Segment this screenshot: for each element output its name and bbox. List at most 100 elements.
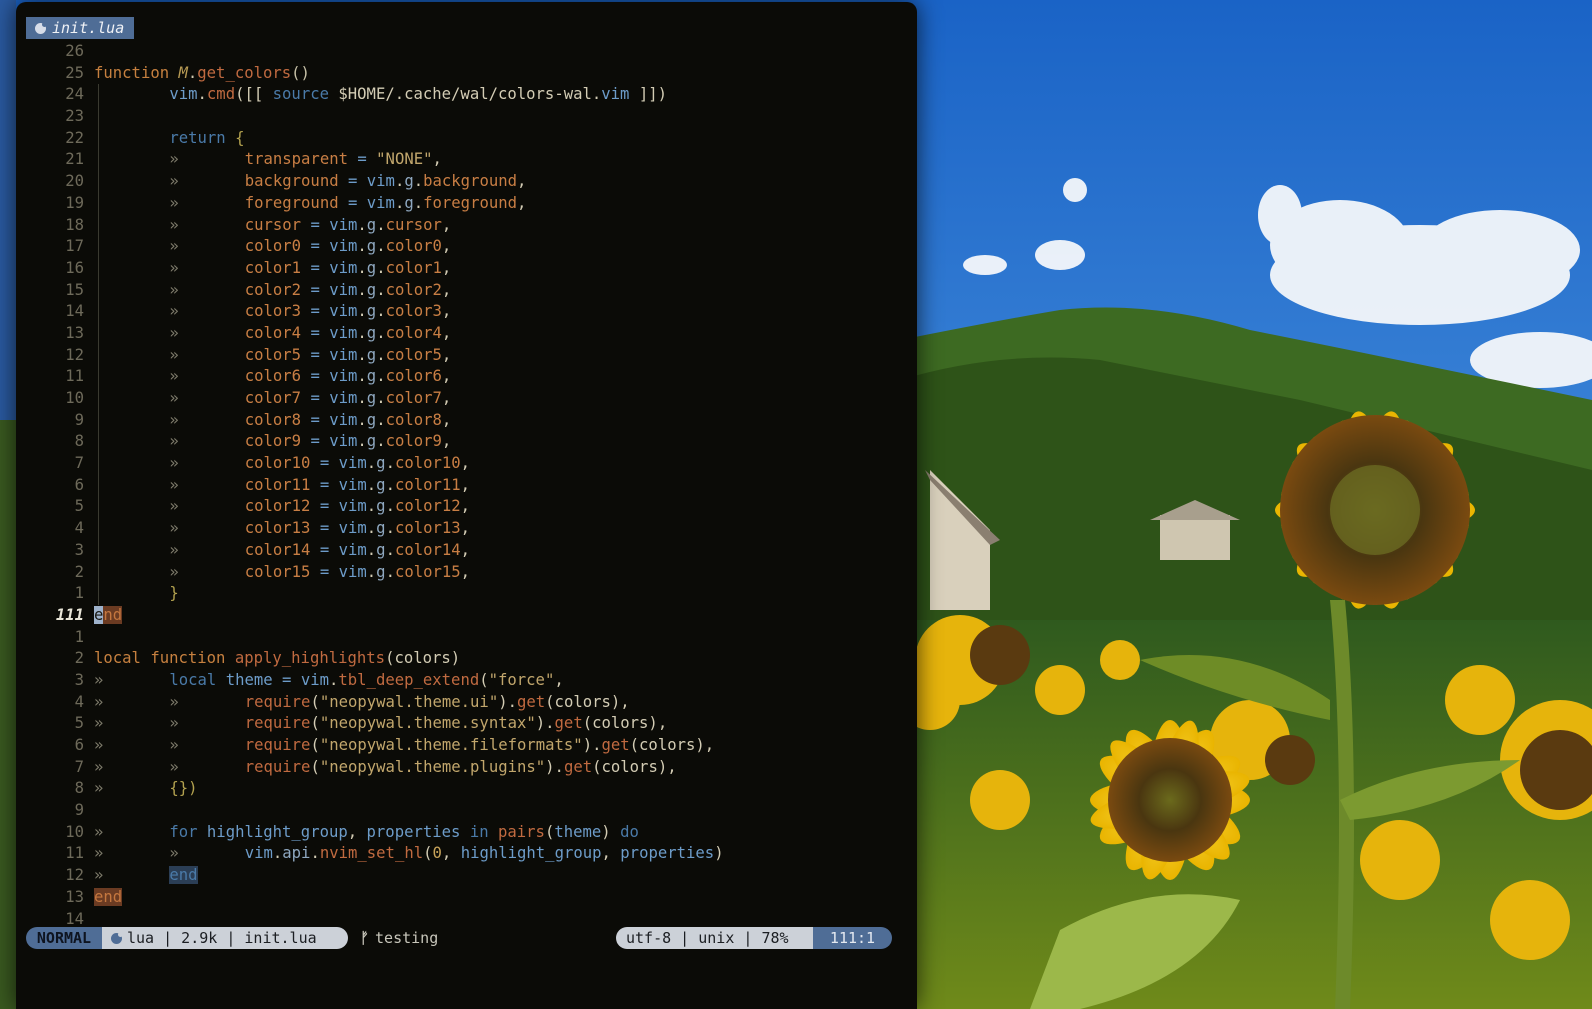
tabline: init.lua bbox=[26, 17, 135, 39]
code-line[interactable]: 6 require("neopywal.theme.fileformats").g… bbox=[16, 735, 917, 757]
git-branch: ᚠ testing bbox=[360, 927, 438, 949]
code-line[interactable]: 9 bbox=[16, 800, 917, 822]
tab-marker: » bbox=[94, 844, 104, 863]
code-line[interactable]: 4 color13 = vim.g.color13, » bbox=[16, 518, 917, 540]
line-number: 2 bbox=[74, 649, 84, 668]
line-number: 4 bbox=[74, 519, 84, 538]
code-line[interactable]: 13 end bbox=[16, 887, 917, 909]
code-text: color12 = vim.g.color12, bbox=[244, 497, 471, 516]
line-number: 16 bbox=[65, 258, 84, 277]
code-line[interactable]: 26 bbox=[16, 41, 917, 63]
line-number: 4 bbox=[74, 692, 84, 711]
code-text: color8 = vim.g.color8, bbox=[244, 410, 452, 429]
tab-marker: » bbox=[169, 714, 179, 733]
code-line[interactable]: 17 color0 = vim.g.color0, » bbox=[16, 236, 917, 258]
mode-indicator: NORMAL bbox=[26, 927, 102, 949]
code-text: local function apply_highlights(colors) bbox=[94, 649, 461, 668]
code-line[interactable]: 10 color7 = vim.g.color7, » bbox=[16, 388, 917, 410]
tab-marker: » bbox=[169, 432, 179, 451]
tab-marker: » bbox=[169, 692, 179, 711]
code-line[interactable]: 7 require("neopywal.theme.plugins").get(c… bbox=[16, 757, 917, 779]
code-line[interactable]: 5 require("neopywal.theme.syntax").get(co… bbox=[16, 713, 917, 735]
code-line[interactable]: 2 local function apply_highlights(colors) bbox=[16, 648, 917, 670]
code-line[interactable]: 16 color1 = vim.g.color1, » bbox=[16, 257, 917, 280]
line-number: 10 bbox=[65, 822, 84, 841]
code-line[interactable]: 10 for highlight_group, properties in pai… bbox=[16, 822, 917, 844]
code-text: color9 = vim.g.color9, bbox=[244, 432, 452, 451]
code-line[interactable]: 6 color11 = vim.g.color11, » bbox=[16, 474, 917, 497]
tab-marker: » bbox=[169, 367, 179, 386]
line-number: 9 bbox=[74, 801, 84, 820]
indent-guide bbox=[98, 171, 99, 193]
code-line[interactable]: 22 return { bbox=[16, 127, 917, 150]
code-line[interactable]: 3 local theme = vim.tbl_deep_extend("forc… bbox=[16, 670, 917, 692]
code-line[interactable]: 11 color6 = vim.g.color6, » bbox=[16, 366, 917, 388]
line-number: 9 bbox=[74, 410, 84, 429]
code-text: color11 = vim.g.color11, bbox=[244, 475, 471, 494]
code-line[interactable]: 20 background = vim.g.background, » bbox=[16, 171, 917, 193]
code-line[interactable]: 111 end bbox=[16, 605, 917, 627]
code-line[interactable]: 12 end » bbox=[16, 865, 917, 887]
line-number: 10 bbox=[65, 389, 84, 407]
code-text: color6 = vim.g.color6, bbox=[244, 367, 452, 386]
tab-marker: » bbox=[169, 757, 179, 776]
code-line[interactable]: 8 {}) » bbox=[16, 778, 917, 800]
code-line[interactable]: 19 foreground = vim.g.foreground, » bbox=[16, 192, 917, 215]
tab-marker: » bbox=[169, 302, 179, 321]
indent-guide bbox=[98, 301, 99, 323]
indent-guide bbox=[98, 474, 99, 497]
indent-guide bbox=[98, 366, 99, 388]
code-line[interactable]: 12 color5 = vim.g.color5, » bbox=[16, 344, 917, 367]
tab-marker: » bbox=[169, 258, 179, 277]
code-text: color7 = vim.g.color7, bbox=[244, 389, 452, 407]
code-text: background = vim.g.background, bbox=[244, 172, 527, 191]
code-line[interactable]: 1} bbox=[16, 583, 917, 605]
code-line[interactable]: 24 vim.cmd([[ source $HOME/.cache/wal/col… bbox=[16, 84, 917, 107]
code-line[interactable]: 2 color15 = vim.g.color15, » bbox=[16, 561, 917, 584]
editor-buffer[interactable]: 26 25 function M.get_colors() 24 vim.cmd([[ … bbox=[16, 41, 917, 930]
code-line[interactable]: 3 color14 = vim.g.color14, » bbox=[16, 539, 917, 562]
code-line[interactable]: 21 transparent = "NONE", » bbox=[16, 149, 917, 172]
git-branch-name: testing bbox=[375, 929, 439, 947]
code-line[interactable]: 13 color4 = vim.g.color4, » bbox=[16, 322, 917, 345]
code-line[interactable]: 1 bbox=[16, 627, 917, 649]
git-branch-icon: ᚠ bbox=[360, 929, 370, 947]
line-number: 26 bbox=[65, 42, 84, 60]
code-line[interactable]: 4 require("neopywal.theme.ui").get(colors… bbox=[16, 692, 917, 714]
code-line[interactable]: 7 color10 = vim.g.color10, » bbox=[16, 453, 917, 475]
tab-marker: » bbox=[169, 345, 179, 364]
tab-marker: » bbox=[169, 215, 179, 234]
tab-marker: » bbox=[94, 670, 104, 689]
tab-marker: » bbox=[169, 454, 179, 473]
code-text: end bbox=[94, 605, 123, 624]
encoding-info: utf-8 | unix | 78% bbox=[616, 927, 813, 949]
code-line[interactable]: 9 color8 = vim.g.color8, » bbox=[16, 409, 917, 432]
code-line[interactable]: 25 function M.get_colors() bbox=[16, 63, 917, 85]
code-line[interactable]: 23 bbox=[16, 106, 917, 128]
tab-init-lua[interactable]: init.lua bbox=[26, 17, 135, 39]
code-line[interactable]: 15 color2 = vim.g.color2, » bbox=[16, 279, 917, 302]
code-text: return { bbox=[169, 128, 245, 147]
line-number: 18 bbox=[65, 215, 84, 234]
code-text: cursor = vim.g.cursor, bbox=[244, 215, 452, 234]
code-line[interactable]: 14 color3 = vim.g.color3, » bbox=[16, 301, 917, 323]
indent-guide bbox=[98, 279, 99, 302]
tab-marker: » bbox=[169, 323, 179, 342]
code-text: color13 = vim.g.color13, bbox=[244, 519, 471, 538]
line-number: 13 bbox=[65, 323, 84, 342]
code-text: {}) bbox=[169, 779, 198, 798]
code-line[interactable]: 11 vim.api.nvim_set_hl(0, highlight_group… bbox=[16, 843, 917, 865]
line-number: 21 bbox=[65, 150, 84, 169]
indent-guide bbox=[98, 214, 99, 237]
terminal-window[interactable]: init.lua 26 25 function M.get_colors() 24 vi… bbox=[16, 2, 917, 1009]
tab-marker: » bbox=[94, 779, 104, 798]
code-line[interactable]: 5 color12 = vim.g.color12, » bbox=[16, 496, 917, 519]
line-number: 13 bbox=[65, 887, 84, 906]
code-text: color15 = vim.g.color15, bbox=[244, 562, 471, 581]
tab-marker: » bbox=[169, 540, 179, 559]
code-text: } bbox=[169, 584, 179, 603]
code-line[interactable]: 18 cursor = vim.g.cursor, » bbox=[16, 214, 917, 237]
code-line[interactable]: 8 color9 = vim.g.color9, » bbox=[16, 431, 917, 454]
tab-marker: » bbox=[94, 714, 104, 733]
tab-marker: » bbox=[94, 757, 104, 776]
